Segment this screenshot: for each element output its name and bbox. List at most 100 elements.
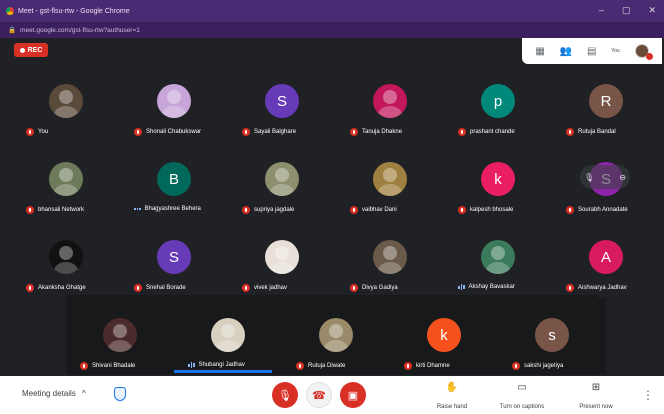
participant-name-row: You [26,128,48,136]
participant-avatar: S [265,84,299,118]
notification-badge [645,53,653,60]
participant-name: Rutuja Diwate [308,363,346,369]
meeting-details-label: Meeting details [22,389,76,398]
participant-avatar [373,84,407,118]
close-button[interactable]: ✕ [648,5,656,16]
participant-avatar [157,84,191,118]
captions-button[interactable]: ▭ Turn on captions [492,382,552,413]
participant-tile[interactable]: A Aishwarya Jadhav [552,220,660,296]
participant-tile[interactable]: vivek jadhav [228,220,336,296]
participant-tile[interactable]: p prashant chande [444,64,552,140]
mic-off-icon [134,284,142,292]
participant-name: Divya Gadiya [362,285,398,291]
remove-icon[interactable]: ⊖ [619,173,626,182]
participant-name-row: bhansali Network [26,206,84,214]
mic-off-icon [512,362,520,370]
grid-icon[interactable]: ▦ [535,46,544,57]
window-title: Meet - gst-flsu-rtw - Google Chrome [18,7,130,15]
participant-tile[interactable]: S Snehal Borade [120,220,228,296]
participant-tile[interactable]: Akanksha Ghatge [12,220,120,296]
raise-hand-button[interactable]: ✋ Raise hand [422,382,482,413]
participant-tile[interactable]: k kirti Dhamne [390,298,498,374]
participant-tile[interactable]: supriya jagdale [228,142,336,218]
participant-tile[interactable]: Shivani Bhadale [66,298,174,374]
camera-toggle-button[interactable]: ▣ [340,382,366,408]
participant-tile[interactable]: vaibhav Dani [336,142,444,218]
mic-off-icon [458,128,466,136]
people-icon[interactable]: 👥 [560,46,572,57]
hang-up-icon: ☎ [312,389,326,402]
mic-off-icon [26,284,34,292]
self-label: You [611,48,620,54]
mic-off-icon [566,128,574,136]
present-now-label: Present now [579,404,613,410]
meeting-details-button[interactable]: Meeting details ^ [22,389,86,398]
mic-toggle-button[interactable]: 🎙 [272,382,298,408]
participant-name: Snehal Borade [146,285,186,291]
participant-name: bhansali Network [38,207,85,213]
participant-name-row: sakshi jagetiya [512,362,563,370]
mic-off-icon [242,128,250,136]
participant-name: Akshay Bavaskar [468,284,515,290]
participant-tile[interactable]: Rutuja Diwate [282,298,390,374]
mic-off-icon [296,362,304,370]
lock-icon: 🔒 [8,27,17,34]
participant-name: Bhagyashree Behera [144,206,201,212]
chevron-up-icon: ^ [81,389,86,398]
participant-name: Akanksha Ghatge [38,285,86,291]
address-bar[interactable]: 🔒 meet.google.com/gst-flsu-rtw?authuser=… [0,22,664,38]
participant-tile[interactable]: k kalpesh bhosale [444,142,552,218]
participant-tile[interactable]: Tanuja Dhakne [336,64,444,140]
participant-name: Rutuja Bandal [578,129,616,135]
captions-icon: ▭ [517,382,527,393]
speaking-indicator-icon [458,284,465,290]
participant-avatar [373,240,407,274]
leave-call-button[interactable]: ☎ [306,382,332,408]
participant-tile[interactable]: You [12,64,120,140]
minimize-button[interactable]: – [599,5,604,16]
mic-icon[interactable]: 🎙 [584,173,594,182]
present-now-button[interactable]: ⊞ Present now [566,382,626,413]
recording-badge: REC [14,43,48,57]
mic-off-icon [242,284,250,292]
active-speaker-indicator [174,370,272,373]
participant-tile[interactable]: Shubangi Jadhav [174,298,282,374]
chat-icon[interactable]: ▤ [587,46,596,57]
shield-icon[interactable] [114,387,126,401]
more-options-icon[interactable]: ⋮ [642,388,654,402]
participant-tile[interactable]: Shonali Chabukswar [120,64,228,140]
record-dot-icon [19,47,25,53]
mic-off-icon [350,206,358,214]
participant-avatar [211,318,245,352]
participant-avatar: A [589,240,623,274]
participant-tile[interactable]: bhansali Network [12,142,120,218]
participant-name-row: Shubangi Jadhav [188,362,245,368]
mic-off-icon [350,284,358,292]
participant-avatar [49,84,83,118]
participant-avatar: k [427,318,461,352]
participant-tile[interactable]: s sakshi jagetiya [498,298,606,374]
participant-tile[interactable]: Akshay Bavaskar [444,220,552,296]
chrome-icon [6,7,14,15]
present-icon: ⊞ [591,382,601,393]
participant-tile[interactable]: S Sayali Balghare [228,64,336,140]
participant-name: Shubangi Jadhav [198,362,245,368]
audio-dots-icon [134,208,141,210]
participant-name-row: vaibhav Dani [350,206,397,214]
participant-tile[interactable]: B Bhagyashree Behera [120,142,228,218]
participant-name: sakshi jagetiya [524,363,564,369]
participant-name-row: Aishwarya Jadhav [566,284,627,292]
captions-label: Turn on captions [499,404,545,410]
participant-avatar [103,318,137,352]
top-right-panel: ▦ 👥 ▤ You [522,38,662,64]
participant-name-row: Tanuja Dhakne [350,128,402,136]
participant-name: You [38,129,49,135]
participant-name-row: vivek jadhav [242,284,287,292]
participant-avatar [49,162,83,196]
participant-name: Tanuja Dhakne [362,129,403,135]
self-avatar[interactable] [634,44,653,60]
tile-hover-controls[interactable]: 🎙 ⊖ [580,165,630,189]
maximize-button[interactable]: ▢ [622,5,631,16]
participant-tile[interactable]: R Rutuja Bandal [552,64,660,140]
participant-tile[interactable]: Divya Gadiya [336,220,444,296]
